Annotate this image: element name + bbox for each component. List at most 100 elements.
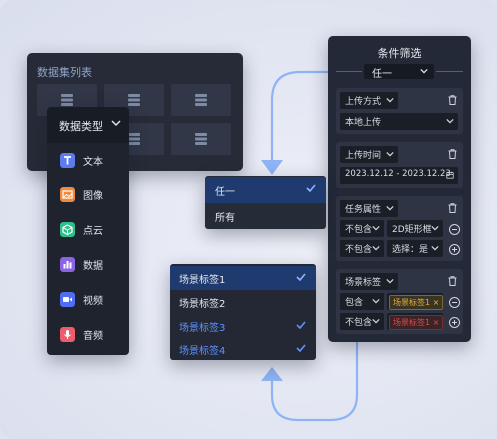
chevron-down-icon [386, 97, 394, 103]
video-icon [60, 292, 75, 307]
database-icon [195, 94, 207, 106]
data-type-option-label: 音频 [83, 331, 103, 342]
task-attribute-label: 任务属性 [345, 205, 382, 215]
data-type-option-label: 文本 [83, 157, 103, 168]
date-range-input[interactable]: 2023.12.12 - 2023.12.23 [340, 167, 458, 184]
data-type-option-text[interactable]: 文本 [47, 144, 129, 178]
text-icon [60, 153, 75, 168]
scene-tag-label: 场景标签 [345, 278, 382, 288]
condition-operator-select[interactable]: 不包含 [340, 220, 384, 237]
chevron-down-icon [386, 151, 394, 157]
match-mode-option-all[interactable]: 所有 [205, 203, 326, 229]
option-label: 场景标签2 [179, 299, 226, 310]
check-icon [296, 344, 306, 352]
chevron-down-icon [372, 225, 380, 231]
scene-tag-option[interactable]: 场景标签2 [170, 290, 316, 314]
condition-operator-select[interactable]: 不包含 [340, 240, 384, 257]
database-icon [195, 133, 207, 145]
database-icon [61, 94, 73, 106]
database-icon [128, 133, 140, 145]
upload-time-field-select[interactable]: 上传时间 [340, 146, 398, 163]
remove-condition-icon[interactable] [449, 224, 460, 235]
upload-time-label: 上传时间 [345, 151, 382, 161]
scene-tag-field-select[interactable]: 场景标签 [340, 273, 398, 290]
tag-remove-icon[interactable]: × [433, 318, 440, 327]
condition-operator-select[interactable]: 包含 [340, 293, 384, 310]
chevron-down-icon [420, 68, 428, 74]
divider [436, 71, 463, 72]
chart-icon [60, 257, 75, 272]
tag-chip-label: 场景标签1 [393, 298, 431, 307]
delete-icon[interactable] [448, 95, 457, 105]
scene-tag-option[interactable]: 场景标签4 [170, 337, 316, 361]
database-icon [128, 94, 140, 106]
condition-value: 选择：是 [392, 245, 429, 255]
delete-icon[interactable] [448, 203, 457, 213]
data-type-dropdown: 数据类型 文本 图像 点云 数据 视频 音频 [47, 107, 129, 355]
chevron-down-icon [111, 120, 121, 127]
data-type-option-image[interactable]: 图像 [47, 178, 129, 212]
tag-chip: 场景标签1 × [389, 295, 444, 310]
scene-tag-option[interactable]: 场景标签1 [170, 266, 316, 290]
add-condition-icon[interactable] [449, 244, 460, 255]
chevron-down-icon [386, 278, 394, 284]
tag-chip-label: 场景标签1 [393, 318, 431, 327]
tag-remove-icon[interactable]: × [433, 298, 440, 307]
option-label: 任一 [215, 187, 235, 198]
data-type-select[interactable]: 数据类型 [47, 107, 129, 143]
chevron-down-icon [372, 245, 380, 251]
calendar-icon [446, 171, 454, 179]
data-type-option-point-cloud[interactable]: 点云 [47, 213, 129, 247]
tag-select[interactable]: 场景标签1 × [387, 293, 444, 310]
chevron-down-icon [446, 118, 454, 124]
scene-tag-option[interactable]: 场景标签3 [170, 314, 316, 338]
filter-title: 条件筛选 [377, 47, 422, 60]
condition-value-select[interactable]: 2D矩形框 [387, 220, 443, 237]
chevron-down-icon [372, 318, 380, 324]
check-icon [296, 273, 306, 281]
chevron-down-icon [431, 245, 439, 251]
condition-operator-value: 包含 [345, 298, 364, 308]
condition-operator-value: 不包含 [345, 318, 373, 328]
upload-method-value-select[interactable]: 本地上传 [340, 113, 458, 130]
delete-icon[interactable] [448, 276, 457, 286]
remove-condition-icon[interactable] [449, 297, 460, 308]
match-mode-option-any[interactable]: 任一 [205, 177, 326, 203]
dataset-tile[interactable] [171, 84, 231, 116]
condition-operator-select[interactable]: 不包含 [340, 313, 384, 330]
check-icon [306, 184, 316, 192]
image-icon [60, 187, 75, 202]
scene-tag-dropdown: 场景标签1 场景标签2 场景标签3 场景标签4 [170, 264, 316, 360]
condition-operator-value: 不包含 [345, 225, 373, 235]
dataset-tile[interactable] [171, 123, 231, 155]
condition-value: 2D矩形框 [392, 225, 432, 235]
data-type-option-label: 点云 [83, 226, 103, 237]
data-type-label: 数据类型 [59, 120, 103, 133]
chevron-down-icon [431, 225, 439, 231]
data-type-option-label: 视频 [83, 296, 103, 307]
upload-method-field-select[interactable]: 上传方式 [340, 92, 398, 109]
tag-select[interactable]: 场景标签1 × [387, 313, 444, 330]
task-attribute-card: 任务属性 不包含 2D矩形框 不包含 选择：是 [336, 196, 463, 261]
divider [336, 71, 362, 72]
task-attribute-field-select[interactable]: 任务属性 [340, 200, 398, 217]
option-label: 场景标签4 [179, 346, 226, 357]
chevron-down-icon [386, 205, 394, 211]
add-condition-icon[interactable] [449, 317, 460, 328]
data-type-option-audio[interactable]: 音频 [47, 318, 129, 352]
chevron-down-icon [372, 298, 380, 304]
data-type-option-data[interactable]: 数据 [47, 248, 129, 282]
match-mode-dropdown: 任一 所有 [205, 176, 326, 229]
data-type-option-label: 图像 [83, 191, 103, 202]
data-type-option-video[interactable]: 视频 [47, 283, 129, 317]
delete-icon[interactable] [448, 149, 457, 159]
point-cloud-icon [60, 222, 75, 237]
option-label: 场景标签3 [179, 323, 226, 334]
upload-method-card: 上传方式 本地上传 [336, 88, 463, 134]
check-icon [296, 321, 306, 329]
date-range-value: 2023.12.12 - 2023.12.23 [345, 169, 451, 179]
tag-chip: 场景标签1 × [389, 315, 444, 330]
match-mode-select[interactable]: 任一 [364, 64, 434, 80]
condition-value-select[interactable]: 选择：是 [387, 240, 443, 257]
scene-tag-card: 场景标签 包含 场景标签1 × 不包含 场景标签1 × [336, 269, 463, 334]
